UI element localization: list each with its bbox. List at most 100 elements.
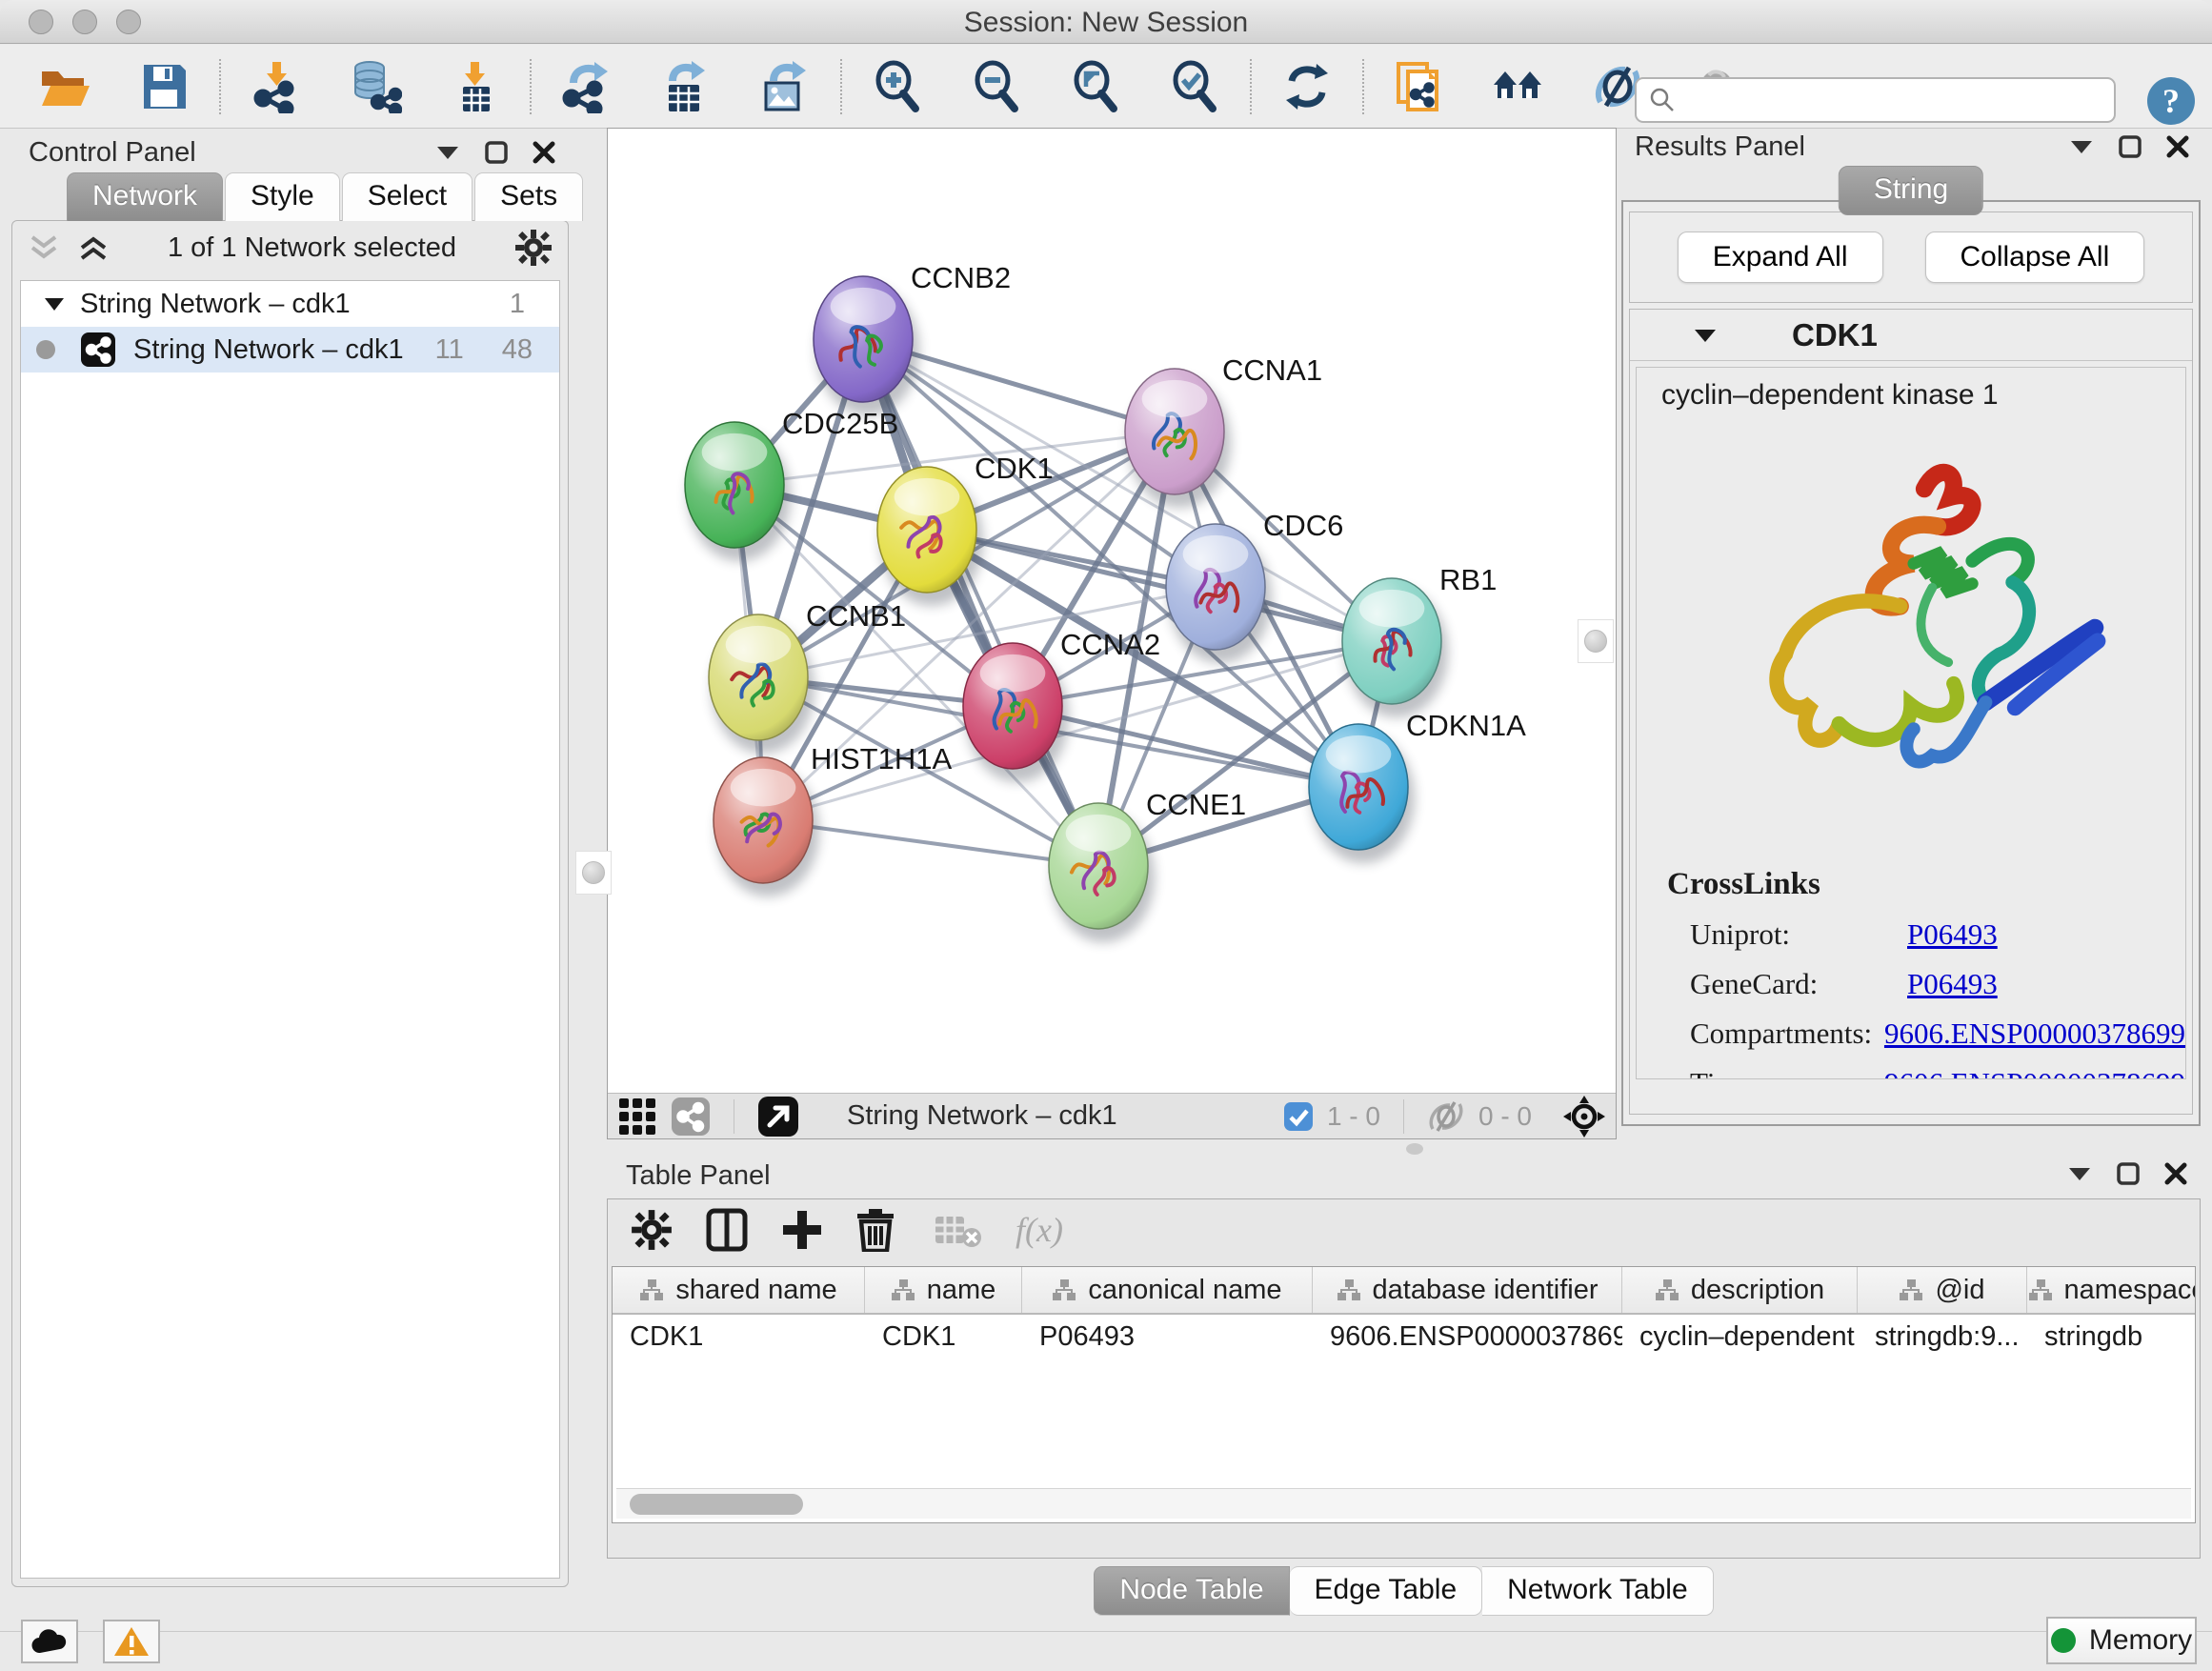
node-CCNB2[interactable]: CCNB2	[814, 261, 1011, 415]
apply-layout-icon[interactable]	[1280, 60, 1334, 113]
panel-menu-icon[interactable]	[2067, 1165, 2092, 1182]
section-expander-icon[interactable]	[1693, 327, 1718, 344]
zoom-out-icon[interactable]	[970, 60, 1023, 113]
node-CCNE1[interactable]: CCNE1	[1049, 788, 1246, 942]
string-home-icon[interactable]	[1492, 60, 1545, 113]
close-panel-icon[interactable]	[533, 141, 555, 164]
float-panel-icon[interactable]	[2119, 135, 2142, 158]
network-canvas[interactable]: CCNB2 CCNA1 CDC25BCDK1 CDC6RB1 CCNB1 CCNA2HIS…	[608, 129, 1616, 1093]
right-splitter-handle[interactable]	[1578, 619, 1614, 663]
birds-eye-view-icon[interactable]	[617, 1097, 657, 1137]
node-CCNA2[interactable]: CCNA2	[963, 628, 1160, 782]
bottom-splitter-handle[interactable]	[1406, 1143, 1423, 1155]
float-panel-icon[interactable]	[485, 141, 508, 164]
table-options-gear-icon[interactable]	[631, 1209, 673, 1251]
tab-network-table[interactable]: Network Table	[1482, 1566, 1714, 1616]
tab-style[interactable]: Style	[225, 172, 340, 221]
collapse-all-networks-icon[interactable]	[28, 232, 60, 264]
memory-status-dot	[2051, 1628, 2076, 1653]
float-panel-icon[interactable]	[2117, 1162, 2140, 1185]
table-cell[interactable]: 9606.ENSP00000378699	[1313, 1315, 1622, 1359]
column-header-canonical-name[interactable]: canonical name	[1022, 1267, 1313, 1313]
table-cell[interactable]: cyclin–dependent ...	[1622, 1315, 1858, 1359]
column-header-database-identifier[interactable]: database identifier	[1313, 1267, 1622, 1313]
tab-string[interactable]: String	[1839, 166, 1983, 215]
import-table-icon[interactable]	[448, 60, 501, 113]
tab-edge-table[interactable]: Edge Table	[1290, 1566, 1483, 1616]
help-icon[interactable]: ?	[2145, 75, 2197, 127]
expand-all-networks-icon[interactable]	[77, 232, 110, 264]
gene-section-header[interactable]: CDK1	[1630, 310, 2192, 361]
table-cell[interactable]: CDK1	[865, 1315, 1022, 1359]
create-column-plus-icon[interactable]	[781, 1209, 823, 1251]
import-network-from-database-icon[interactable]	[349, 60, 402, 113]
gene-description: cyclin–dependent kinase 1	[1661, 379, 2185, 412]
table-cell[interactable]: stringdb	[2027, 1315, 2196, 1359]
node-CCNA1[interactable]: CCNA1	[1125, 353, 1322, 508]
collapse-all-button[interactable]: Collapse All	[1925, 232, 2145, 283]
node-CDC25B[interactable]: CDC25B	[685, 407, 898, 561]
crosslink-link[interactable]: P06493	[1907, 917, 1998, 952]
tab-select[interactable]: Select	[342, 172, 473, 221]
crosslink-link[interactable]: 9606.ENSP00000378699	[1884, 1017, 2185, 1051]
node-CDK1[interactable]: CDK1	[877, 452, 1054, 606]
table-cell[interactable]: stringdb:9...	[1858, 1315, 2027, 1359]
open-in-browser-icon[interactable]	[757, 1096, 799, 1137]
node-label-CCNB1: CCNB1	[806, 599, 906, 633]
node-RB1[interactable]: RB1	[1342, 563, 1497, 717]
window-title: Session: New Session	[0, 7, 2212, 39]
cloud-status-button[interactable]	[21, 1620, 78, 1663]
expand-all-button[interactable]: Expand All	[1678, 232, 1883, 283]
open-session-icon[interactable]	[38, 60, 91, 113]
left-splitter-handle[interactable]	[575, 851, 612, 895]
search-input[interactable]	[1684, 85, 2114, 115]
column-header-id[interactable]: @id	[1858, 1267, 2027, 1313]
export-table-icon[interactable]	[659, 60, 713, 113]
string-view-icon[interactable]	[671, 1097, 711, 1137]
export-image-icon[interactable]	[758, 60, 812, 113]
collection-expander-icon[interactable]	[44, 296, 65, 312]
string-protein-query-icon[interactable]	[1393, 60, 1446, 113]
zoom-fit-icon[interactable]	[1069, 60, 1122, 113]
results-panel: Results Panel String Expand All Collapse…	[1619, 128, 2202, 1126]
table-cell[interactable]: CDK1	[613, 1315, 865, 1359]
selected-checkbox-icon[interactable]	[1283, 1101, 1314, 1132]
crosslink-link[interactable]: P06493	[1907, 967, 1998, 1001]
column-header-namespace[interactable]: namespace	[2027, 1267, 2196, 1313]
table-cell[interactable]: P06493	[1022, 1315, 1313, 1359]
node-CDKN1A[interactable]: CDKN1A	[1309, 709, 1526, 863]
show-columns-icon[interactable]	[705, 1208, 749, 1252]
import-network-icon[interactable]	[250, 60, 303, 113]
zoom-in-icon[interactable]	[871, 60, 924, 113]
node-CCNB1[interactable]: CCNB1	[709, 599, 906, 754]
network-row[interactable]: String Network – cdk1 11 48	[21, 327, 559, 372]
tab-sets[interactable]: Sets	[474, 172, 583, 221]
search-icon	[1648, 86, 1677, 114]
export-network-icon[interactable]	[560, 60, 613, 113]
svg-text:?: ?	[2162, 82, 2180, 120]
fit-selected-crosshair-icon[interactable]	[1562, 1095, 1606, 1138]
column-header-name[interactable]: name	[865, 1267, 1022, 1313]
node-CDC6[interactable]: CDC6	[1166, 509, 1343, 663]
tab-network[interactable]: Network	[67, 172, 223, 221]
close-panel-icon[interactable]	[2164, 1162, 2187, 1185]
crosslink-link[interactable]: 9606.ENSP00000378699	[1884, 1066, 2185, 1079]
panel-menu-icon[interactable]	[435, 144, 460, 161]
horizontal-scrollbar-thumb[interactable]	[630, 1494, 803, 1515]
network-collection-row[interactable]: String Network – cdk1 1	[21, 281, 559, 327]
save-session-icon[interactable]	[137, 60, 191, 113]
network-view-toolbar: String Network – cdk1 1 - 0 0 - 0	[608, 1093, 1616, 1138]
crosslink-label: Uniprot:	[1690, 917, 1907, 952]
column-header-shared-name[interactable]: shared name	[613, 1267, 865, 1313]
network-options-gear-icon[interactable]	[514, 229, 553, 267]
column-header-description[interactable]: description	[1622, 1267, 1858, 1313]
zoom-selected-icon[interactable]	[1168, 60, 1221, 113]
warnings-button[interactable]	[103, 1620, 160, 1663]
panel-menu-icon[interactable]	[2069, 138, 2094, 155]
tab-node-table[interactable]: Node Table	[1094, 1566, 1289, 1616]
node-HIST1H1A[interactable]: HIST1H1A	[714, 742, 952, 896]
delete-column-trash-icon[interactable]	[855, 1208, 895, 1252]
close-panel-icon[interactable]	[2166, 135, 2189, 158]
column-header-label: description	[1691, 1275, 1824, 1306]
memory-button[interactable]: Memory	[2046, 1617, 2197, 1664]
